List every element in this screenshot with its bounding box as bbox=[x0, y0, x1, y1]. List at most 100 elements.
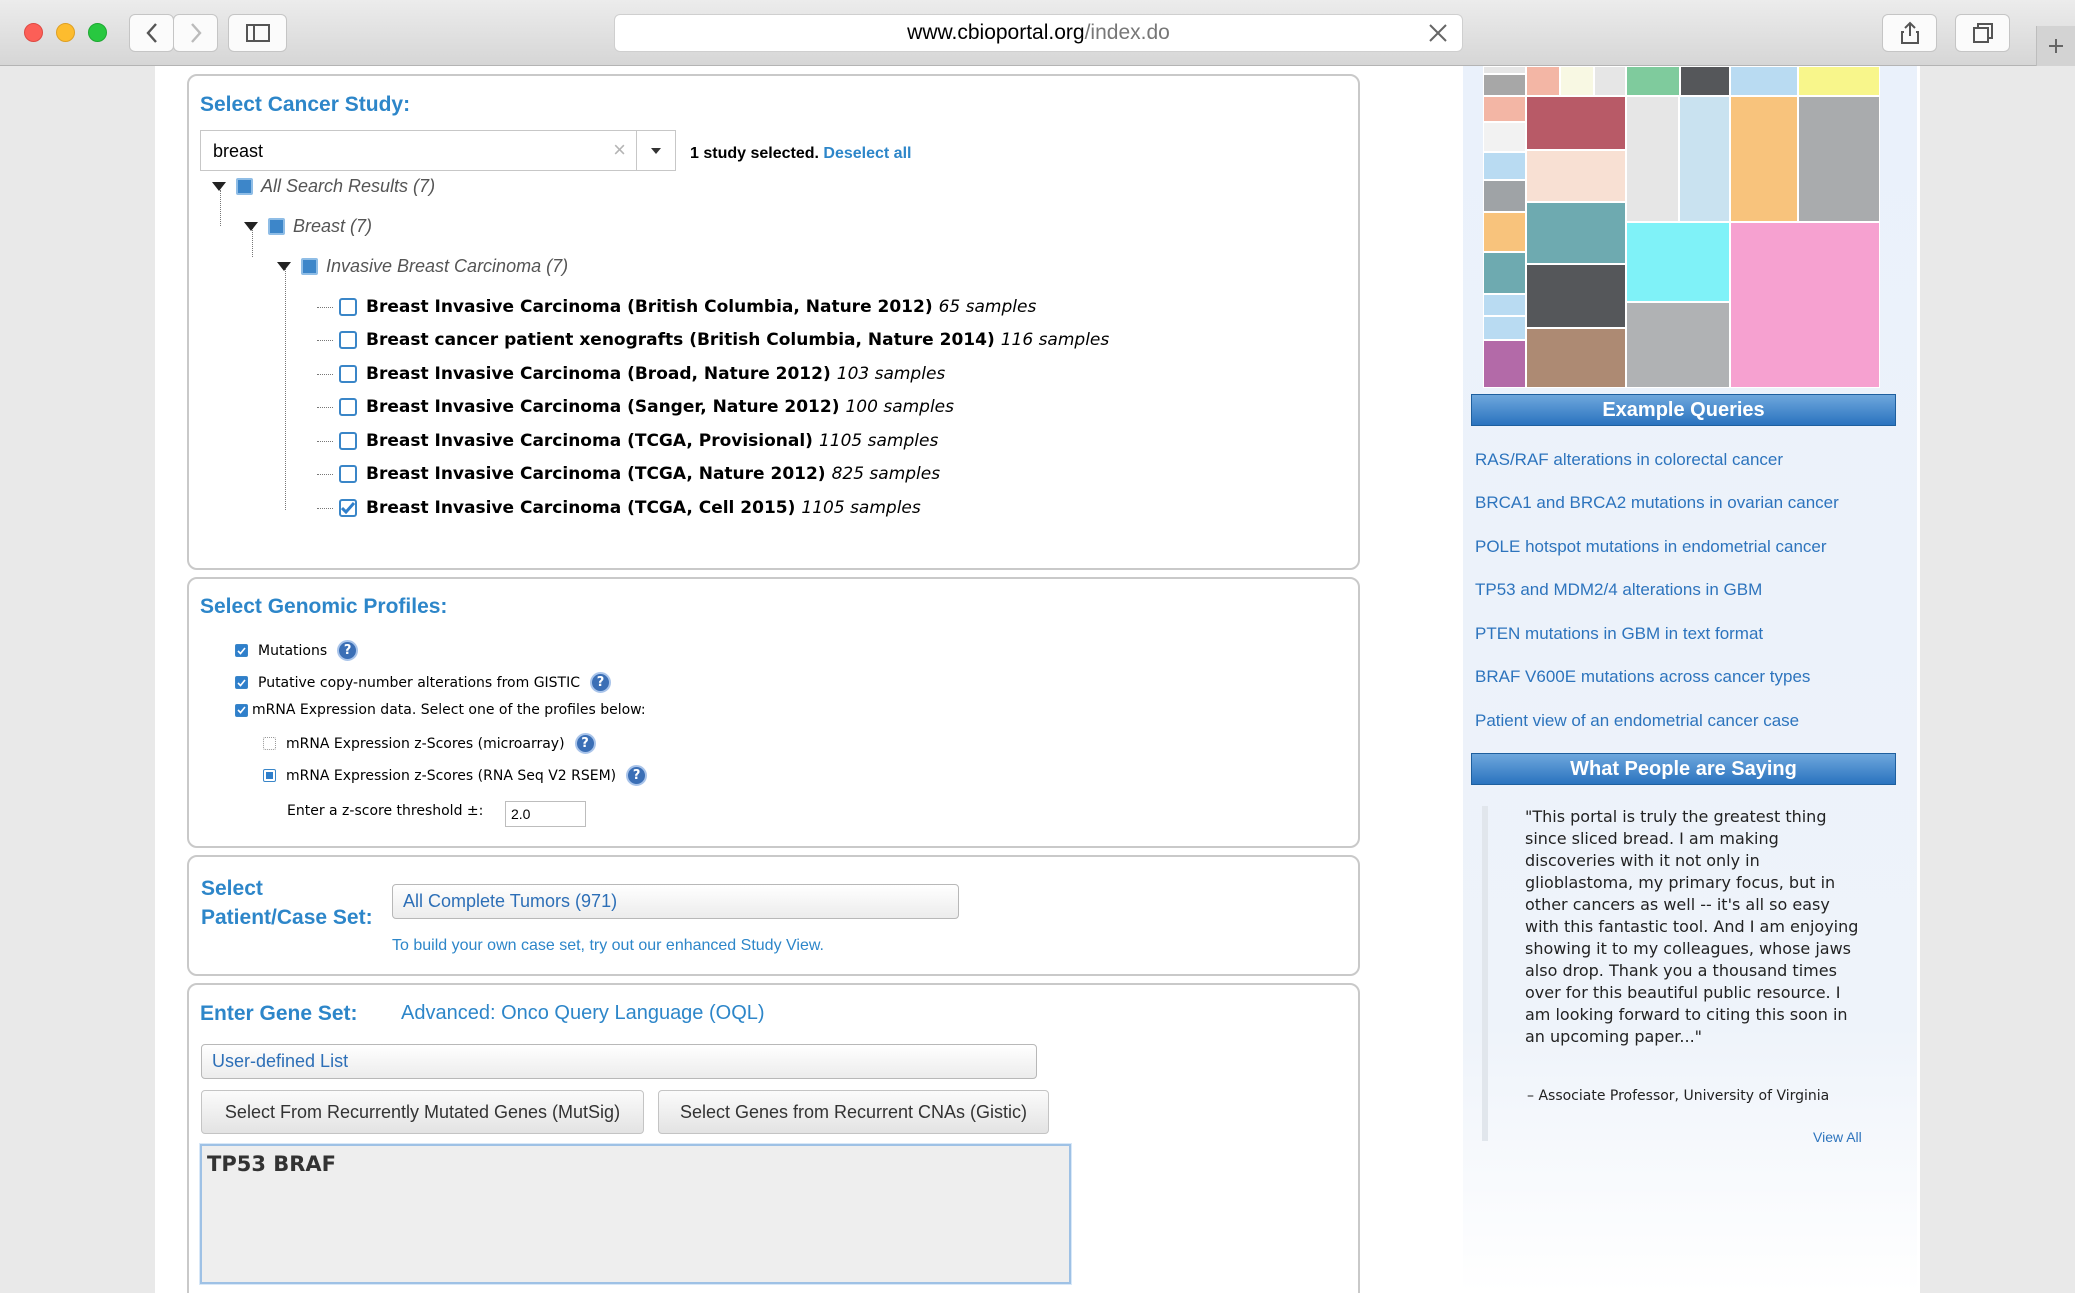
case-set-title-line2: Patient/Case Set: bbox=[201, 906, 373, 929]
back-button[interactable] bbox=[129, 14, 174, 52]
tree-root-label: All Search Results (7) bbox=[261, 175, 436, 196]
study-checkbox[interactable] bbox=[339, 432, 357, 450]
example-queries-header: Example Queries bbox=[1471, 394, 1896, 426]
help-icon[interactable]: ? bbox=[626, 765, 648, 786]
help-icon[interactable]: ? bbox=[337, 640, 359, 661]
study-name: Breast Invasive Carcinoma (TCGA, Cell 20… bbox=[366, 498, 796, 518]
mutations-checkbox[interactable] bbox=[235, 644, 248, 657]
mutations-label: Mutations bbox=[258, 642, 328, 659]
z-score-input[interactable]: 2.0 bbox=[505, 801, 586, 827]
profile-mrna-rnaseq[interactable]: mRNA Expression z-Scores (RNA Seq V2 RSE… bbox=[263, 765, 648, 786]
study-item[interactable]: Breast Invasive Carcinoma (TCGA, Provisi… bbox=[339, 428, 938, 454]
view-all-link[interactable]: View All bbox=[1813, 1129, 1862, 1145]
oql-link[interactable]: Advanced: Onco Query Language (OQL) bbox=[401, 1002, 765, 1025]
study-checkbox[interactable] bbox=[339, 398, 357, 416]
study-view-link[interactable]: To build your own case set, try out our … bbox=[392, 937, 824, 955]
sidebar-toggle-button[interactable] bbox=[228, 14, 287, 52]
study-sample-count: 1105 samples bbox=[818, 431, 939, 451]
profile-cna[interactable]: Putative copy-number alterations from GI… bbox=[235, 672, 612, 693]
study-search-input[interactable]: breast × bbox=[200, 130, 637, 171]
example-query-link[interactable]: POLE hotspot mutations in endometrial ca… bbox=[1475, 537, 1827, 557]
study-item[interactable]: Breast Invasive Carcinoma (Broad, Nature… bbox=[339, 361, 945, 387]
new-tab-button[interactable] bbox=[2036, 26, 2075, 66]
quote-bar bbox=[1482, 806, 1488, 1141]
study-item[interactable]: Breast Invasive Carcinoma (Sanger, Natur… bbox=[339, 394, 954, 420]
study-sample-count: 116 samples bbox=[1000, 330, 1110, 350]
example-query-link[interactable]: BRCA1 and BRCA2 mutations in ovarian can… bbox=[1475, 493, 1839, 513]
example-query-link[interactable]: PTEN mutations in GBM in text format bbox=[1475, 624, 1763, 644]
collapse-icon[interactable] bbox=[244, 221, 258, 231]
help-icon[interactable]: ? bbox=[574, 733, 596, 754]
tree-line bbox=[317, 474, 333, 475]
study-treemap-image[interactable] bbox=[1483, 66, 1880, 388]
selection-status: 1 study selected. Deselect all bbox=[690, 145, 911, 163]
tree-line bbox=[317, 441, 333, 442]
study-item[interactable]: Breast cancer patient xenografts (Britis… bbox=[339, 327, 1109, 353]
study-sample-count: 65 samples bbox=[938, 297, 1037, 317]
example-query-link[interactable]: TP53 and MDM2/4 alterations in GBM bbox=[1475, 580, 1762, 600]
check-icon bbox=[237, 706, 246, 714]
tree-group-breast[interactable]: Breast (7) bbox=[244, 213, 372, 239]
collapse-icon[interactable] bbox=[212, 181, 226, 191]
study-item[interactable]: Breast Invasive Carcinoma (TCGA, Cell 20… bbox=[339, 495, 921, 521]
example-query-link[interactable]: BRAF V600E mutations across cancer types bbox=[1475, 667, 1810, 687]
tree-subgroup-checkbox[interactable] bbox=[301, 257, 318, 275]
profile-mrna-microarray[interactable]: mRNA Expression z-Scores (microarray) ? bbox=[263, 733, 596, 754]
study-item[interactable]: Breast Invasive Carcinoma (British Colum… bbox=[339, 294, 1036, 320]
study-dropdown-button[interactable] bbox=[636, 130, 676, 171]
tree-line bbox=[317, 340, 333, 341]
deselect-all-link[interactable]: Deselect all bbox=[823, 145, 911, 162]
chevron-left-icon bbox=[145, 23, 157, 43]
minimize-window-button[interactable] bbox=[56, 23, 75, 42]
gene-set-textarea[interactable]: TP53 BRAF bbox=[200, 1144, 1071, 1284]
study-checkbox[interactable] bbox=[339, 499, 357, 517]
clear-icon[interactable]: × bbox=[613, 139, 626, 161]
zoom-window-button[interactable] bbox=[88, 23, 107, 42]
profile-mrna[interactable]: mRNA Expression data. Select one of the … bbox=[235, 702, 646, 718]
testimonial-quote: "This portal is truly the greatest thing… bbox=[1525, 807, 1859, 1046]
collapse-icon[interactable] bbox=[277, 261, 291, 271]
study-checkbox[interactable] bbox=[339, 365, 357, 383]
tree-root[interactable]: All Search Results (7) bbox=[212, 173, 435, 199]
tree-line bbox=[285, 263, 286, 510]
close-window-button[interactable] bbox=[24, 23, 43, 42]
gistic-button[interactable]: Select Genes from Recurrent CNAs (Gistic… bbox=[658, 1090, 1049, 1134]
tabs-overview-button[interactable] bbox=[1955, 14, 2010, 52]
cancer-study-title: Select Cancer Study: bbox=[200, 93, 411, 116]
study-checkbox[interactable] bbox=[339, 465, 357, 483]
help-icon[interactable]: ? bbox=[590, 672, 612, 693]
page-content: Select Cancer Study: breast × 1 study se… bbox=[155, 66, 1920, 1293]
forward-button[interactable] bbox=[173, 14, 218, 52]
mrna-checkbox[interactable] bbox=[235, 703, 248, 717]
tree-line bbox=[317, 508, 333, 509]
study-name: Breast cancer patient xenografts (Britis… bbox=[366, 330, 995, 350]
chevron-right-icon bbox=[190, 23, 202, 43]
study-item[interactable]: Breast Invasive Carcinoma (TCGA, Nature … bbox=[339, 461, 940, 487]
study-checkbox[interactable] bbox=[339, 331, 357, 349]
share-button[interactable] bbox=[1882, 14, 1937, 52]
study-name: Breast Invasive Carcinoma (Broad, Nature… bbox=[366, 364, 831, 384]
z-score-label: Enter a z-score threshold ±: bbox=[287, 803, 484, 819]
tree-subgroup[interactable]: Invasive Breast Carcinoma (7) bbox=[277, 253, 568, 279]
study-checkbox[interactable] bbox=[339, 298, 357, 316]
rnaseq-radio[interactable] bbox=[263, 769, 276, 782]
plus-icon bbox=[2049, 39, 2063, 53]
example-query-link[interactable]: RAS/RAF alterations in colorectal cancer bbox=[1475, 450, 1783, 470]
sidebar-icon bbox=[245, 24, 270, 42]
mutsig-button[interactable]: Select From Recurrently Mutated Genes (M… bbox=[201, 1090, 644, 1134]
gene-list-select[interactable]: User-defined List bbox=[201, 1044, 1037, 1079]
testimonials-header: What People are Saying bbox=[1471, 753, 1896, 785]
study-name: Breast Invasive Carcinoma (TCGA, Nature … bbox=[366, 464, 826, 484]
tabs-icon bbox=[1972, 23, 1993, 43]
close-icon[interactable] bbox=[1426, 21, 1450, 45]
case-set-select[interactable]: All Complete Tumors (971) bbox=[392, 884, 959, 919]
profile-mutations[interactable]: Mutations ? bbox=[235, 640, 359, 661]
example-query-link[interactable]: Patient view of an endometrial cancer ca… bbox=[1475, 711, 1799, 731]
rnaseq-label: mRNA Expression z-Scores (RNA Seq V2 RSE… bbox=[286, 767, 617, 784]
tree-group-checkbox[interactable] bbox=[268, 217, 285, 235]
address-bar[interactable]: www.cbioportal.org/index.do bbox=[614, 14, 1463, 52]
cna-checkbox[interactable] bbox=[235, 676, 248, 689]
tree-root-checkbox[interactable] bbox=[236, 177, 253, 195]
microarray-radio[interactable] bbox=[263, 737, 276, 750]
check-icon bbox=[341, 502, 355, 514]
